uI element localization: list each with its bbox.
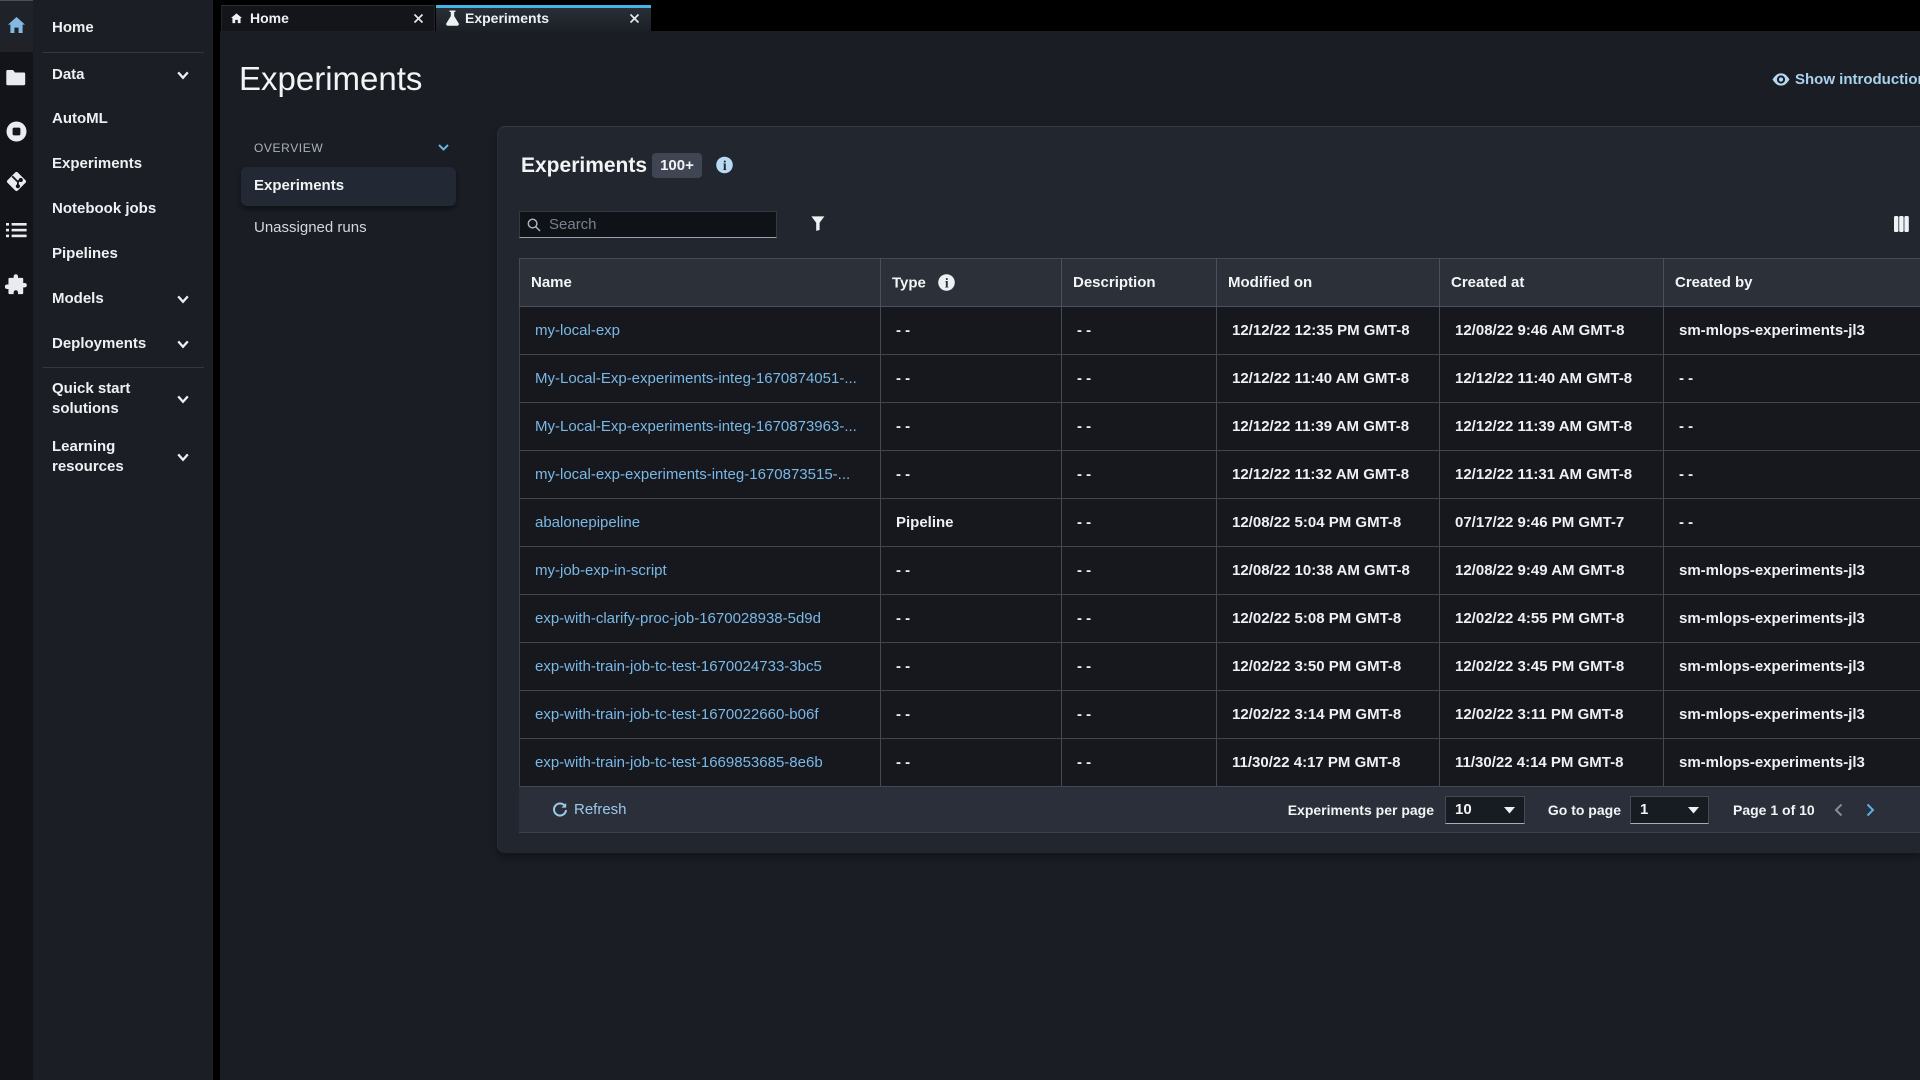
svg-text:i: i: [945, 275, 949, 290]
svg-text:i: i: [723, 158, 727, 173]
